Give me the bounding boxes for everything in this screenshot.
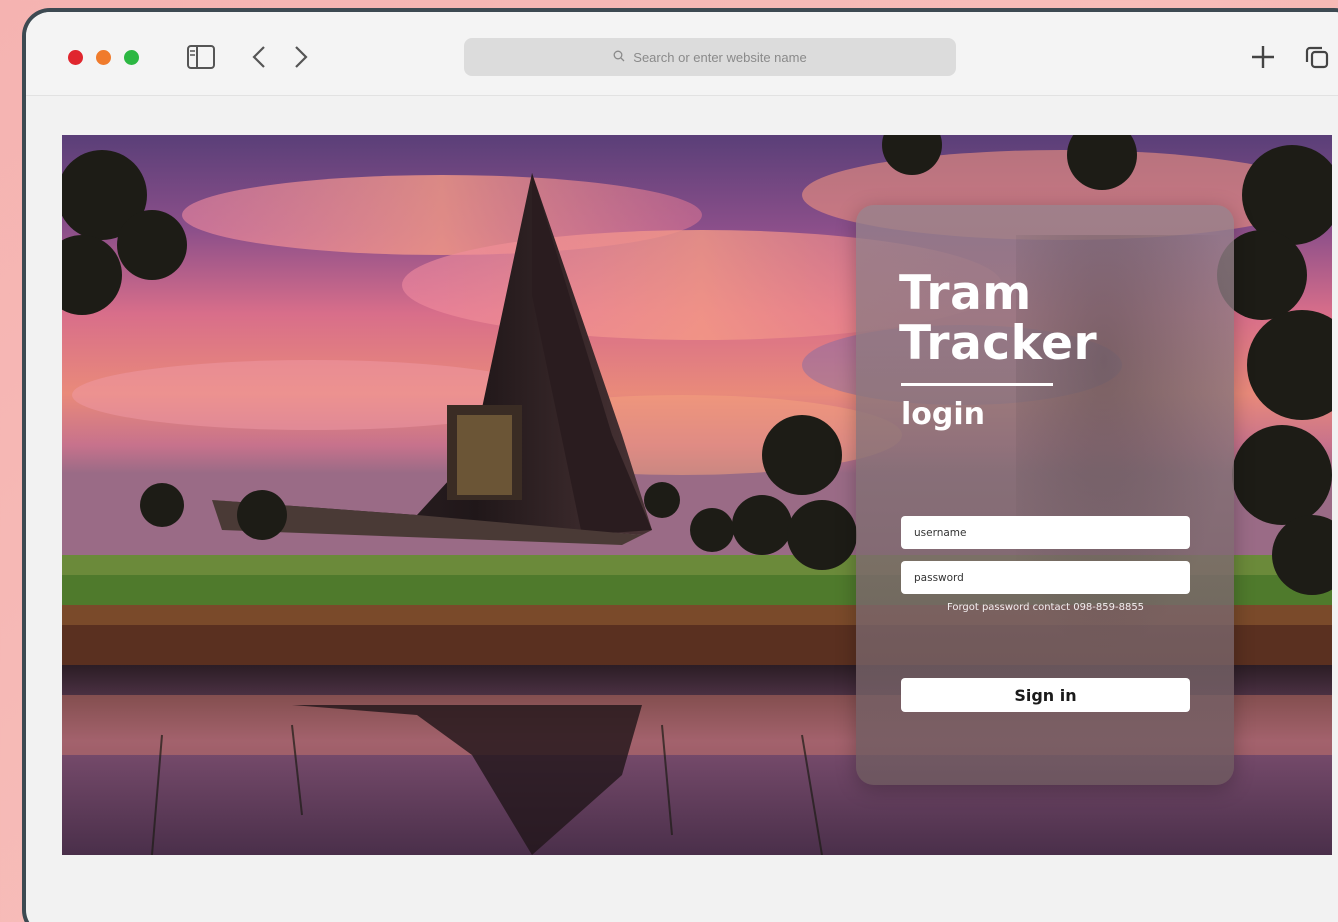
browser-viewport: Search or enter website name Tram Tracke… (26, 12, 1338, 922)
forgot-password-text: Forgot password contact 098-859-8855 (946, 602, 1145, 613)
title-divider (901, 383, 1053, 386)
app-title-line-1: Tram (899, 266, 1032, 321)
search-icon (613, 50, 625, 65)
tabs-icon[interactable] (1300, 40, 1334, 74)
address-placeholder: Search or enter website name (633, 49, 807, 65)
username-field[interactable] (901, 516, 1190, 549)
minimize-window-button[interactable] (96, 50, 111, 65)
page-content: Tram Tracker login Forgot password conta… (62, 135, 1332, 855)
browser-window: Search or enter website name Tram Tracke… (22, 8, 1338, 922)
plus-icon[interactable] (1246, 40, 1280, 74)
maximize-window-button[interactable] (124, 50, 139, 65)
sidebar-icon[interactable] (184, 40, 218, 74)
sign-in-button[interactable]: Sign in (901, 678, 1190, 712)
app-title-line-2: Tracker (899, 316, 1098, 371)
close-window-button[interactable] (68, 50, 83, 65)
login-heading: login (901, 397, 986, 432)
chevron-left-icon[interactable] (242, 40, 276, 74)
address-bar[interactable]: Search or enter website name (464, 38, 956, 76)
browser-toolbar: Search or enter website name (26, 12, 1338, 96)
chevron-right-icon[interactable] (284, 40, 318, 74)
app-title: Tram Tracker (899, 269, 1199, 369)
password-field[interactable] (901, 561, 1190, 594)
login-card: Tram Tracker login Forgot password conta… (856, 205, 1234, 785)
